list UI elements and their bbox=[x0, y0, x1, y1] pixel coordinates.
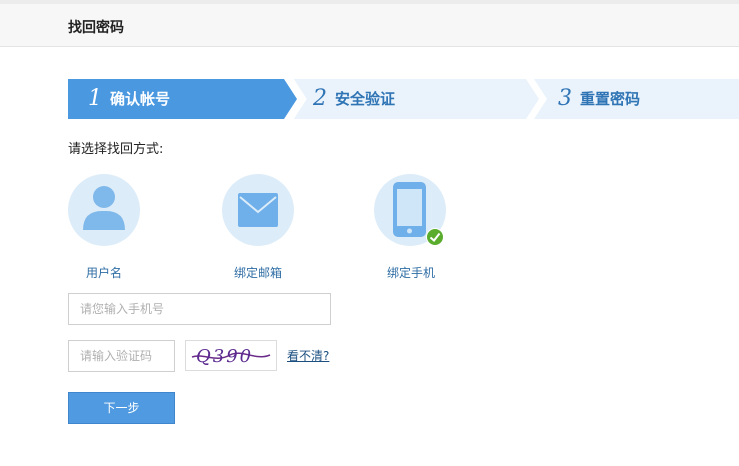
step-3-label: 重置密码 bbox=[580, 90, 641, 108]
captcha-image[interactable]: Q390 bbox=[185, 340, 277, 371]
step-3: 3 重置密码 bbox=[558, 79, 640, 119]
captcha-text: Q390 bbox=[196, 346, 253, 367]
step-1: 1 确认帐号 bbox=[88, 79, 170, 119]
phone-number-input[interactable] bbox=[68, 293, 331, 325]
step-2-label: 安全验证 bbox=[335, 90, 396, 108]
step-1-label: 确认帐号 bbox=[110, 90, 171, 108]
step-3-number: 3 bbox=[558, 86, 572, 111]
method-email-option[interactable] bbox=[222, 174, 294, 246]
user-icon bbox=[83, 186, 125, 230]
page-title: 找回密码 bbox=[68, 20, 124, 36]
envelope-icon bbox=[238, 193, 278, 227]
method-phone-option[interactable] bbox=[374, 174, 446, 246]
verification-code-input[interactable] bbox=[68, 340, 175, 372]
step-2: 2 安全验证 bbox=[313, 79, 395, 119]
check-icon bbox=[426, 228, 444, 246]
refresh-captcha-link[interactable]: 看不清? bbox=[287, 347, 329, 364]
page-header: 找回密码 bbox=[0, 0, 739, 47]
step-2-number: 2 bbox=[313, 86, 327, 111]
method-email-label[interactable]: 绑定邮箱 bbox=[213, 264, 303, 281]
next-step-button[interactable]: 下一步 bbox=[68, 392, 175, 424]
step-1-number: 1 bbox=[88, 86, 102, 111]
recovery-method-prompt: 请选择找回方式: bbox=[68, 142, 164, 157]
method-phone-label[interactable]: 绑定手机 bbox=[366, 264, 456, 281]
step-progress-bar: 1 确认帐号 2 安全验证 3 重置密码 bbox=[68, 79, 739, 119]
method-username-option[interactable] bbox=[68, 174, 140, 246]
method-username-label[interactable]: 用户名 bbox=[59, 264, 149, 281]
